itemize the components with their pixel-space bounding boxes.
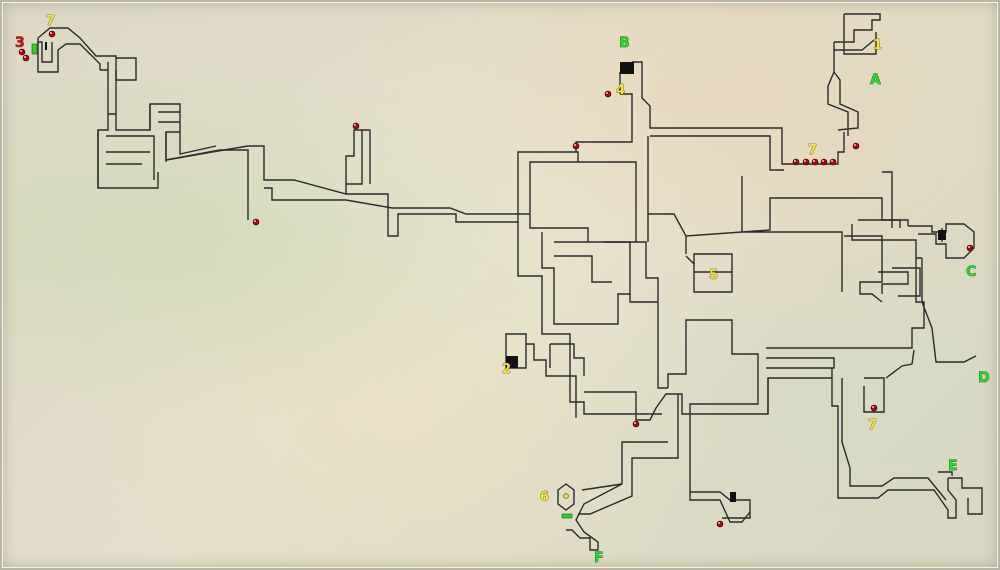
item-dot xyxy=(870,404,878,412)
item-dot xyxy=(852,142,860,150)
marker-6: 6 xyxy=(540,490,549,505)
marker-exit-E: E xyxy=(948,458,958,474)
marker-exit-A: A xyxy=(870,72,881,88)
item-dot xyxy=(252,218,260,226)
block-C xyxy=(938,230,946,240)
wall-room-2 xyxy=(505,333,577,418)
marker-2: 2 xyxy=(502,362,511,377)
marker-5: 5 xyxy=(709,268,718,283)
map-labels: 3 7 B 4 1 A 7 5 C 2 D 7 E 6 F xyxy=(15,14,990,567)
marker-3: 3 xyxy=(15,35,25,51)
structure-blocks xyxy=(31,42,946,519)
wall-central-rooms xyxy=(517,214,668,415)
marker-7-north: 7 xyxy=(808,143,817,158)
map-canvas: 3 7 B 4 1 A 7 5 C 2 D 7 E 6 F xyxy=(15,13,990,567)
item-dot xyxy=(563,493,569,499)
block-south xyxy=(730,492,736,502)
dungeon-map: 3 7 B 4 1 A 7 5 C 2 D 7 E 6 F xyxy=(0,0,1000,570)
block-B xyxy=(620,62,634,74)
item-dot xyxy=(802,158,810,166)
item-dot xyxy=(966,244,974,252)
item-dot xyxy=(572,142,580,150)
marker-1: 1 xyxy=(873,38,882,53)
marker-7-southeast: 7 xyxy=(868,418,877,433)
corridor-walls xyxy=(37,13,983,551)
marker-exit-B: B xyxy=(619,35,630,51)
wall-east-C xyxy=(908,223,975,259)
item-dot xyxy=(22,54,30,62)
item-dot xyxy=(632,420,640,428)
item-dot xyxy=(811,158,819,166)
door-marker-west xyxy=(31,43,38,55)
item-dot xyxy=(829,158,837,166)
wall-southeast xyxy=(831,349,983,519)
item-dot xyxy=(604,90,612,98)
wall-central-corridor xyxy=(165,129,637,243)
door-marker-7a xyxy=(45,42,47,50)
wall-west-descent xyxy=(97,62,181,189)
marker-exit-F: F xyxy=(594,550,604,566)
marker-exit-C: C xyxy=(966,264,976,280)
door-marker-F xyxy=(561,513,573,519)
item-dot xyxy=(352,122,360,130)
wall-west-rooms xyxy=(97,104,249,220)
marker-4: 4 xyxy=(616,83,625,98)
marker-exit-D: D xyxy=(978,370,990,386)
item-dot xyxy=(792,158,800,166)
item-dot xyxy=(716,520,724,528)
item-dot xyxy=(820,158,828,166)
item-dot xyxy=(48,30,56,38)
wall-east-corridors xyxy=(647,136,909,292)
wall-north-B xyxy=(575,61,845,171)
wall-east-rooms xyxy=(766,219,977,369)
marker-7-northwest: 7 xyxy=(46,14,55,29)
